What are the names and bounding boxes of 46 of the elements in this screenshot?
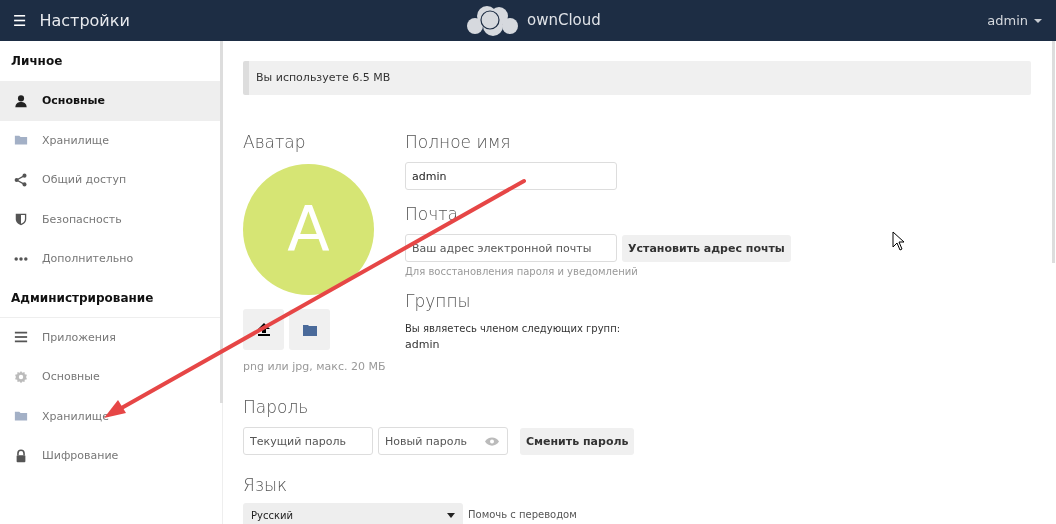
section-heading: Группы xyxy=(405,291,472,313)
person-icon xyxy=(14,93,28,108)
page-title: Настройки xyxy=(39,11,130,30)
language-select[interactable]: Русский xyxy=(243,503,463,524)
cloud-logo-icon xyxy=(465,4,521,36)
sidebar-item[interactable]: Общий доступ xyxy=(0,160,222,200)
email-hint: Для восстановления пароля и уведомлений xyxy=(405,266,639,277)
quota-bar: Вы используете 6.5 MB xyxy=(243,61,1031,95)
share-icon xyxy=(14,172,28,187)
name-field[interactable]: admin xyxy=(405,162,617,190)
upload-icon xyxy=(257,323,270,336)
user-menu[interactable]: admin xyxy=(987,13,1056,28)
section-heading: Полное имя xyxy=(405,132,512,154)
current-password-field[interactable]: Текущий пароль xyxy=(243,427,373,455)
lock-icon xyxy=(14,448,28,463)
menu-icon[interactable]: ☰ xyxy=(13,11,27,30)
shield-icon xyxy=(14,212,28,227)
sidebar-item[interactable]: Безопасность xyxy=(0,199,222,239)
section-heading: Язык xyxy=(243,475,289,497)
file-hint: png или jpg, макс. 20 МБ xyxy=(243,360,387,373)
sidebar-item[interactable]: Основные xyxy=(0,81,222,121)
sidebar-item[interactable]: Дополнительно xyxy=(0,239,222,279)
sidebar-item[interactable]: Хранилище xyxy=(0,120,222,160)
groups-text: Вы являетесь членом следующих групп: xyxy=(405,323,622,334)
cursor-icon xyxy=(892,231,906,251)
section-title: Администрирование xyxy=(0,278,222,318)
avatar: A xyxy=(243,164,374,295)
choose-file-button[interactable] xyxy=(289,309,330,350)
group-name: admin xyxy=(405,338,441,351)
set-email-button[interactable]: Установить адрес почты xyxy=(622,234,791,262)
sidebar-item[interactable]: Приложения xyxy=(0,317,222,357)
brand-name: ownCloud xyxy=(527,11,601,29)
sidebar-item[interactable]: Шифрование xyxy=(0,436,222,476)
email-field[interactable]: Ваш адрес электронной почты xyxy=(405,234,617,262)
new-password-field[interactable]: Новый пароль xyxy=(378,427,508,455)
section-heading: Аватар xyxy=(243,132,307,154)
section-heading: Почта xyxy=(405,204,459,226)
section-title: Личное xyxy=(10,53,64,70)
list-icon xyxy=(14,330,28,345)
sidebar-item[interactable]: Основные xyxy=(0,357,222,397)
translate-link[interactable]: Помочь с переводом xyxy=(468,508,577,520)
folder-icon xyxy=(302,323,317,336)
section-heading: Пароль xyxy=(243,397,310,419)
settings-icon xyxy=(14,369,28,384)
change-password-button[interactable]: Сменить пароль xyxy=(520,427,635,455)
sidebar-item[interactable]: Хранилище xyxy=(0,396,222,436)
